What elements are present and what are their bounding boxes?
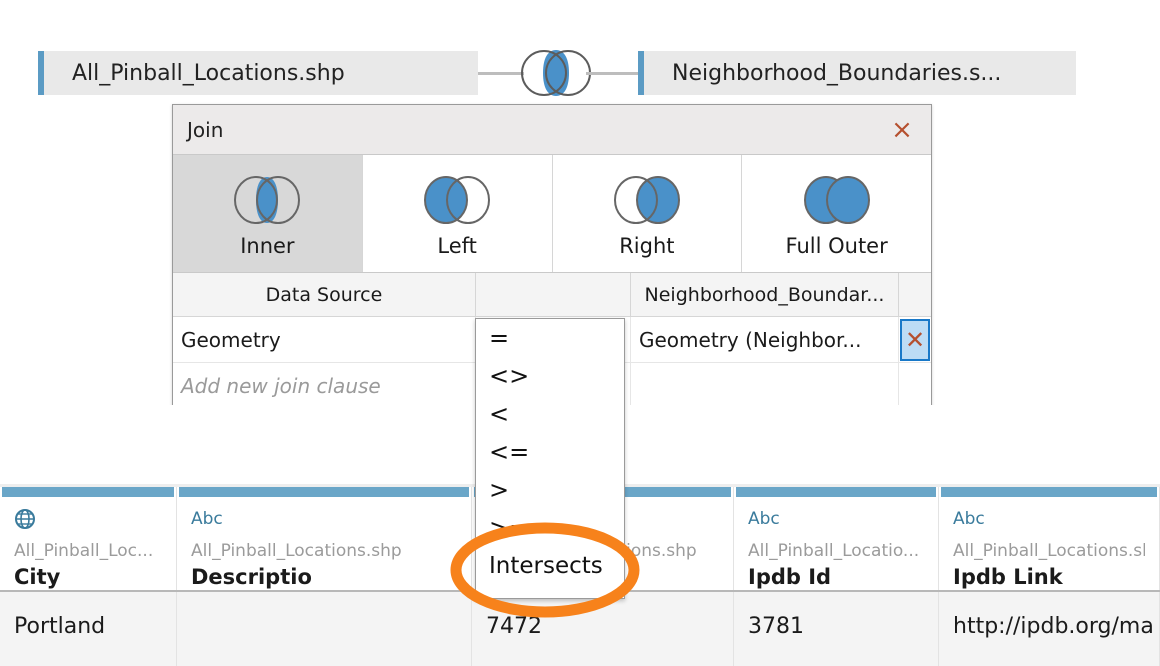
column-accent-bar: [941, 487, 1157, 497]
join-type-full-outer[interactable]: Full Outer: [742, 155, 931, 272]
join-dialog-titlebar: Join ×: [173, 105, 931, 155]
data-column-city[interactable]: All_Pinball_Loc... City: [0, 487, 177, 590]
join-type-label: Full Outer: [786, 234, 888, 258]
column-source: All_Pinball_Locations.shp: [191, 541, 457, 561]
join-type-label: Right: [619, 234, 674, 258]
abc-type-icon: Abc: [748, 509, 924, 529]
cell-descriptio: [177, 592, 472, 666]
close-icon[interactable]: ×: [887, 115, 917, 145]
clause-left-field[interactable]: Geometry: [173, 317, 476, 362]
screen-root: All_Pinball_Locations.shp Neighborhood_B…: [0, 0, 1160, 666]
table-row[interactable]: Portland 7472 3781 http://ipdb.org/ma: [0, 592, 1160, 666]
operator-option-less-or-equal[interactable]: <=: [476, 433, 624, 471]
flow-table-right[interactable]: Neighborhood_Boundaries.s...: [638, 51, 1076, 95]
venn-right-icon: [604, 174, 690, 230]
clause-right-field[interactable]: Geometry (Neighbor...: [631, 317, 899, 362]
flow-table-left[interactable]: All_Pinball_Locations.shp: [38, 51, 478, 95]
abc-type-icon: Abc: [191, 509, 457, 529]
globe-icon: [14, 509, 162, 529]
abc-type-icon: Abc: [953, 509, 1145, 529]
operator-dropdown-menu[interactable]: = <> < <= > >= Intersects: [475, 318, 625, 599]
data-column-descriptio[interactable]: Abc All_Pinball_Locations.shp Descriptio: [177, 487, 472, 590]
clause-header-right-source: Neighborhood_Boundar...: [631, 273, 899, 316]
column-accent-bar: [2, 487, 174, 497]
column-name: City: [14, 565, 162, 589]
column-name: Descriptio: [191, 565, 457, 589]
join-type-left[interactable]: Left: [363, 155, 553, 272]
join-type-inner[interactable]: Inner: [173, 155, 363, 272]
clause-header-left-source: Data Source: [173, 273, 476, 316]
join-type-selector: Inner Left Right: [173, 155, 931, 273]
column-source: All_Pinball_Locatio...: [748, 541, 924, 561]
join-clause-header-row: Data Source Neighborhood_Boundar...: [173, 273, 931, 317]
add-clause-delete: [899, 363, 931, 408]
operator-option-equals[interactable]: =: [476, 319, 624, 357]
column-source: All_Pinball_Loc...: [14, 541, 162, 561]
operator-option-greater-or-equal[interactable]: >=: [476, 509, 624, 547]
column-source: All_Pinball_Locations.shp: [953, 541, 1145, 561]
venn-inner-icon: [224, 174, 310, 230]
join-type-right[interactable]: Right: [553, 155, 743, 272]
clause-delete-cell: ✕: [899, 317, 931, 362]
cell-city: Portland: [0, 592, 177, 666]
delete-clause-icon[interactable]: ✕: [900, 319, 930, 361]
clause-header-delete: [899, 273, 931, 316]
venn-fullouter-icon: [794, 174, 880, 230]
operator-option-less-than[interactable]: <: [476, 395, 624, 433]
add-clause-placeholder[interactable]: Add new join clause: [173, 363, 476, 408]
join-type-label: Left: [437, 234, 477, 258]
join-type-label: Inner: [240, 234, 294, 258]
data-column-ipdb-link[interactable]: Abc All_Pinball_Locations.shp Ipdb Link: [939, 487, 1160, 590]
column-name: Ipdb Link: [953, 565, 1145, 589]
flow-table-left-label: All_Pinball_Locations.shp: [44, 61, 345, 86]
clause-header-operator: [476, 273, 631, 316]
operator-option-not-equals[interactable]: <>: [476, 357, 624, 395]
column-name: Ipdb Id: [748, 565, 924, 589]
operator-option-greater-than[interactable]: >: [476, 471, 624, 509]
venn-left-icon: [414, 174, 500, 230]
cell-location-id: 7472: [472, 592, 734, 666]
operator-option-intersects[interactable]: Intersects: [476, 547, 624, 585]
column-accent-bar: [736, 487, 936, 497]
cell-ipdb-link: http://ipdb.org/ma: [939, 592, 1160, 666]
data-column-ipdb-id[interactable]: Abc All_Pinball_Locatio... Ipdb Id: [734, 487, 939, 590]
column-accent-bar: [179, 487, 469, 497]
join-dialog-title: Join: [187, 118, 223, 142]
cell-ipdb-id: 3781: [734, 592, 939, 666]
flow-table-right-label: Neighborhood_Boundaries.s...: [644, 61, 1001, 86]
flow-connector-right: [586, 72, 640, 75]
add-clause-right[interactable]: [631, 363, 899, 408]
venn-inner-icon[interactable]: [518, 44, 594, 102]
